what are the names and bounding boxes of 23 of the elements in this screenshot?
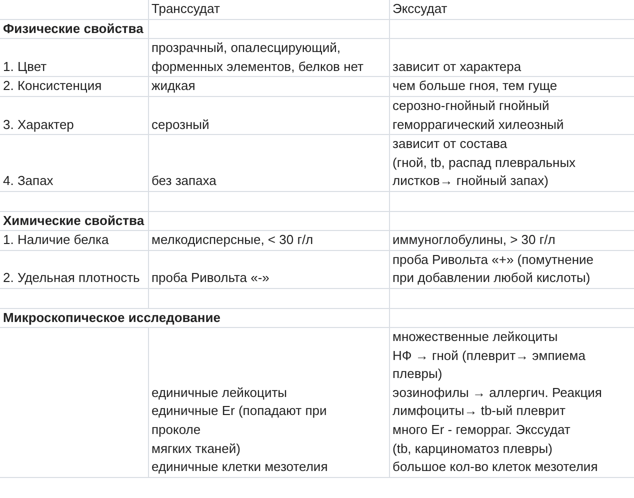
table-cell-text: проба Ривольта «-» xyxy=(152,269,270,288)
table-cell-text: 3. Характер xyxy=(3,116,74,134)
table-cell-text: 2. Консистенция xyxy=(3,77,102,96)
table-cell-text: зависит от характера xyxy=(392,58,522,76)
table-cell-text: без запаха xyxy=(152,172,216,190)
table-cell-text: единичные лейкоциты единичные Er (попадают при проколе мягких тканей) единичные клетки мезотелия xyxy=(152,384,328,476)
table-cell-text: жидкая xyxy=(152,77,196,96)
column-header: Экссудат xyxy=(392,1,448,16)
table-cell-text: серозный xyxy=(152,116,210,134)
section-heading: Физические свойства xyxy=(3,20,144,36)
section-heading: Микроскопическое исследование xyxy=(3,310,220,324)
column-header: Транссудат xyxy=(152,1,220,16)
section-heading: Химические свойства xyxy=(3,212,144,228)
table-cell-text: 2. Удельная плотность xyxy=(3,269,140,288)
table-cell-text: иммуноглобулины, > 30 г/л xyxy=(392,231,556,250)
table-cell-text: проба Ривольта «+» (помутнение при добавлении любой кислоты) xyxy=(392,250,594,288)
table-cell-text: 4. Запах xyxy=(3,172,54,190)
table-cell-text: 1. Цвет xyxy=(3,58,47,76)
table-cell-text: чем больше гноя, тем гуще xyxy=(392,77,558,96)
table-cell-text: мелкодисперсные, < 30 г/л xyxy=(152,231,314,250)
table-cell-text: множественные лейкоциты НФ → гной (плеврит→ эмпиема плевры) эозинофилы → аллергич. Реакция лимфоциты→ tb-ый плеврит много Er - геморраг. Экссудат (tb, карциноматоз плевры) большое кол-во клеток мезотелия xyxy=(392,328,602,476)
table-cell-text: зависит от состава (гной, tb, распад плевральных листков→ гнойный запах) xyxy=(392,135,576,190)
table-cell-text: 1. Наличие белка xyxy=(3,231,109,250)
